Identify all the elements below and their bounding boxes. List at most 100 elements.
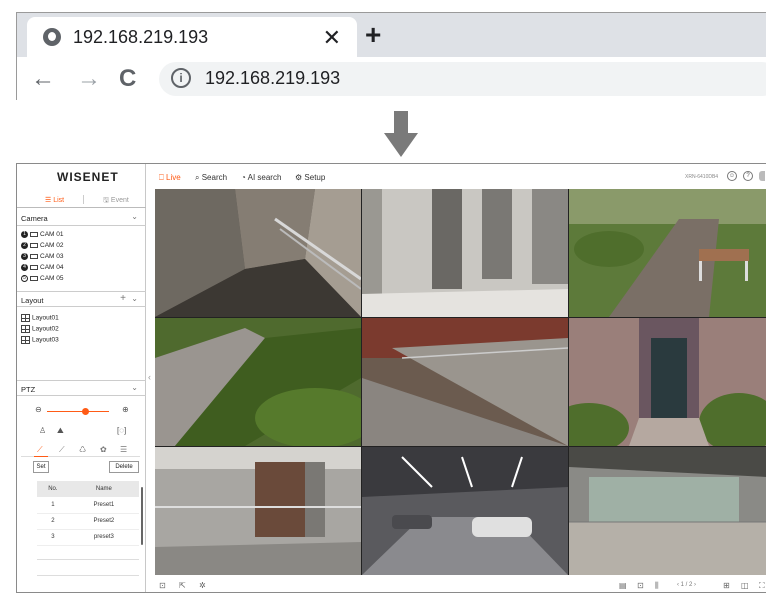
- camera-label: CAM 01: [40, 231, 64, 239]
- person-icon[interactable]: ♙: [39, 426, 46, 435]
- video-tile[interactable]: [362, 189, 568, 317]
- export-icon[interactable]: ⇱: [179, 581, 186, 590]
- camera-header-label: Camera: [21, 214, 48, 223]
- camera-number: 5: [21, 275, 28, 282]
- video-tile[interactable]: [362, 447, 568, 575]
- logout-icon[interactable]: [759, 171, 765, 181]
- camera-item[interactable]: 1 CAM 01: [21, 231, 63, 241]
- layout-label: Layout01: [32, 314, 59, 322]
- menu-search-label: Search: [201, 173, 228, 182]
- settings-icon[interactable]: ✲: [199, 581, 206, 590]
- new-tab-button[interactable]: +: [365, 19, 381, 51]
- camera-number: 1: [21, 231, 28, 238]
- layout-item[interactable]: Layout03: [21, 336, 59, 344]
- layout-header-label: Layout: [21, 296, 44, 305]
- user-icon[interactable]: ☺: [727, 171, 737, 181]
- tab-list[interactable]: ☰ List: [45, 196, 64, 204]
- camera-number: 4: [21, 264, 28, 271]
- camera-number: 2: [21, 242, 28, 249]
- camera-section-header[interactable]: Camera ⌄: [17, 210, 146, 226]
- table-row[interactable]: 2 Preset2: [37, 513, 139, 530]
- layout-item[interactable]: Layout01: [21, 314, 59, 322]
- preset-name: Preset2: [68, 513, 139, 530]
- menu-ai-search[interactable]: ◔ AI search: [241, 173, 281, 182]
- address-bar[interactable]: i 192.168.219.193: [159, 62, 766, 96]
- group-tab-icon[interactable]: ♺: [79, 445, 86, 454]
- camera-item[interactable]: 2 CAM 02: [21, 242, 63, 252]
- model-name: XRN-6410DB4: [685, 174, 719, 180]
- video-tile[interactable]: [569, 447, 766, 575]
- preset-name: Preset1: [68, 497, 139, 514]
- fullscreen-icon[interactable]: ⛶: [759, 581, 765, 591]
- camera-icon: [30, 254, 38, 259]
- site-info-icon[interactable]: i: [171, 68, 191, 88]
- preset-table: No. Name 1 Preset1 2 Preset2 3 preset3: [37, 481, 139, 546]
- ai-search-icon: ◔: [241, 173, 248, 182]
- tour-tab-icon[interactable]: ✿: [100, 445, 107, 454]
- column-header: Name: [68, 481, 139, 497]
- trace-tab-icon[interactable]: ☰: [120, 445, 127, 454]
- layout-section-header[interactable]: Layout + ⌄: [17, 291, 146, 307]
- table-row[interactable]: 1 Preset1: [37, 497, 139, 514]
- delete-button[interactable]: Delete: [109, 461, 139, 473]
- zoom-out-icon[interactable]: ⊖: [35, 405, 42, 414]
- osd-icon[interactable]: ▤: [619, 581, 627, 590]
- column-header: No.: [37, 481, 69, 497]
- browser-tab[interactable]: 192.168.219.193 ✕: [27, 17, 357, 57]
- tab-underline: [17, 207, 146, 208]
- menu-search[interactable]: ⌕ Search: [195, 173, 227, 183]
- zoom-slider-handle[interactable]: [82, 408, 89, 415]
- preset-name: preset3: [68, 529, 139, 546]
- chevron-down-icon[interactable]: ⌄: [131, 212, 138, 221]
- table-divider: [37, 575, 139, 576]
- set-button[interactable]: Set: [33, 461, 49, 473]
- camera-label: CAM 02: [40, 242, 64, 250]
- reload-icon[interactable]: C: [119, 65, 136, 93]
- layout-grid-icon: [21, 336, 30, 344]
- table-row[interactable]: 3 preset3: [37, 529, 139, 546]
- add-layout-icon[interactable]: +: [120, 293, 126, 304]
- ptz-camera-icon: [30, 243, 38, 248]
- video-tile[interactable]: [155, 318, 361, 446]
- video-tile[interactable]: [569, 189, 766, 317]
- zoom-in-icon[interactable]: ⊕: [122, 405, 129, 414]
- video-tile[interactable]: [155, 447, 361, 575]
- video-tile[interactable]: [155, 189, 361, 317]
- sequence-icon[interactable]: ◫: [741, 581, 749, 590]
- page-indicator[interactable]: ‹ 1 / 2 ›: [677, 582, 696, 588]
- url-text: 192.168.219.193: [205, 68, 341, 88]
- collapse-sidebar-icon[interactable]: ‹: [148, 372, 151, 382]
- menu-live[interactable]: ⎕ Live: [159, 173, 181, 183]
- camera-label: CAM 04: [40, 264, 64, 272]
- grid-layout-icon[interactable]: ⊞: [723, 581, 730, 590]
- chevron-down-icon[interactable]: ⌄: [131, 383, 138, 392]
- chevron-down-icon[interactable]: ⌄: [131, 294, 138, 303]
- camera-item[interactable]: 3 CAM 03: [21, 253, 63, 263]
- ptz-scrollbar[interactable]: [141, 487, 143, 545]
- help-icon[interactable]: ?: [743, 171, 753, 181]
- menu-setup[interactable]: ⚙ Setup: [295, 173, 325, 182]
- preset-tab-icon[interactable]: ⟋: [37, 445, 43, 455]
- snapshot-icon[interactable]: ⊡: [159, 581, 166, 590]
- video-tile[interactable]: [569, 318, 766, 446]
- mountain-icon[interactable]: ⛰: [57, 426, 64, 436]
- close-tab-icon[interactable]: ✕: [323, 25, 341, 51]
- ptz-section-header[interactable]: PTZ ⌄: [17, 380, 146, 396]
- audio-icon[interactable]: ⫼: [655, 581, 659, 591]
- swing-tab-icon[interactable]: ⟋: [59, 445, 65, 455]
- record-icon[interactable]: ⊡: [637, 581, 644, 590]
- camera-icon: [30, 232, 38, 237]
- forward-icon[interactable]: →: [77, 65, 101, 93]
- camera-number: 3: [21, 253, 28, 260]
- auto-tracking-icon[interactable]: [◌]: [117, 426, 126, 435]
- layout-label: Layout03: [32, 336, 59, 344]
- top-menu: ⎕ Live ⌕ Search ◔ AI search ⚙ Setup XRN-…: [147, 164, 766, 189]
- tab-event[interactable]: 🖫 Event: [103, 196, 129, 207]
- zoom-slider-track[interactable]: [47, 411, 109, 412]
- preset-no: 2: [37, 513, 69, 530]
- back-icon[interactable]: ←: [31, 65, 55, 93]
- layout-item[interactable]: Layout02: [21, 325, 59, 333]
- video-tile[interactable]: [362, 318, 568, 446]
- camera-item[interactable]: 4 CAM 04: [21, 264, 63, 274]
- camera-item[interactable]: 5 CAM 05: [21, 275, 63, 285]
